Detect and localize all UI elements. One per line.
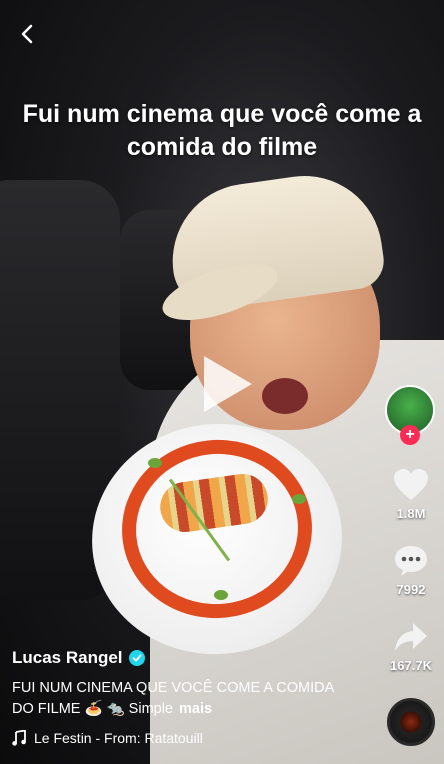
play-button[interactable] bbox=[196, 352, 256, 416]
comment-button[interactable]: 7992 bbox=[380, 544, 442, 597]
creator-avatar-button[interactable]: + bbox=[385, 385, 435, 445]
plus-icon: + bbox=[405, 426, 415, 443]
post-description: FUI NUM CINEMA QUE VOCÊ COME A COMIDA DO… bbox=[12, 678, 342, 720]
description-text: FUI NUM CINEMA QUE VOCÊ COME A COMIDA DO… bbox=[12, 680, 334, 717]
comment-bubble-icon bbox=[395, 546, 427, 576]
back-button[interactable] bbox=[16, 22, 40, 46]
video-player[interactable]: Fui num cinema que você come a comida do… bbox=[0, 0, 444, 764]
chevron-left-icon bbox=[21, 24, 33, 44]
video-caption: Fui num cinema que você come a comida do… bbox=[22, 100, 422, 161]
herb-leaf bbox=[292, 494, 306, 504]
herb-leaf bbox=[214, 590, 228, 600]
play-icon bbox=[204, 356, 252, 412]
music-title: Le Festin - From: Ratatouill bbox=[34, 730, 203, 746]
music-note-icon bbox=[12, 730, 26, 746]
share-button[interactable]: 167.7K bbox=[380, 620, 442, 673]
comment-count: 7992 bbox=[396, 582, 426, 597]
checkmark-icon bbox=[132, 654, 142, 662]
author-name: Lucas Rangel bbox=[12, 648, 123, 667]
music-track-link[interactable]: Le Festin - From: Ratatouill bbox=[12, 730, 242, 746]
heart-icon bbox=[394, 469, 428, 500]
share-arrow-icon bbox=[395, 623, 427, 651]
herb-leaf bbox=[148, 458, 162, 468]
like-button[interactable]: 1.8M bbox=[380, 468, 442, 521]
follow-button[interactable]: + bbox=[400, 425, 420, 445]
person-mouth bbox=[262, 378, 308, 414]
verified-badge bbox=[128, 650, 145, 666]
like-count: 1.8M bbox=[396, 506, 426, 521]
music-disc-button[interactable] bbox=[387, 698, 435, 746]
more-button[interactable]: mais bbox=[179, 701, 212, 717]
author-name-link[interactable]: Lucas Rangel bbox=[12, 648, 145, 668]
share-count: 167.7K bbox=[390, 658, 432, 673]
